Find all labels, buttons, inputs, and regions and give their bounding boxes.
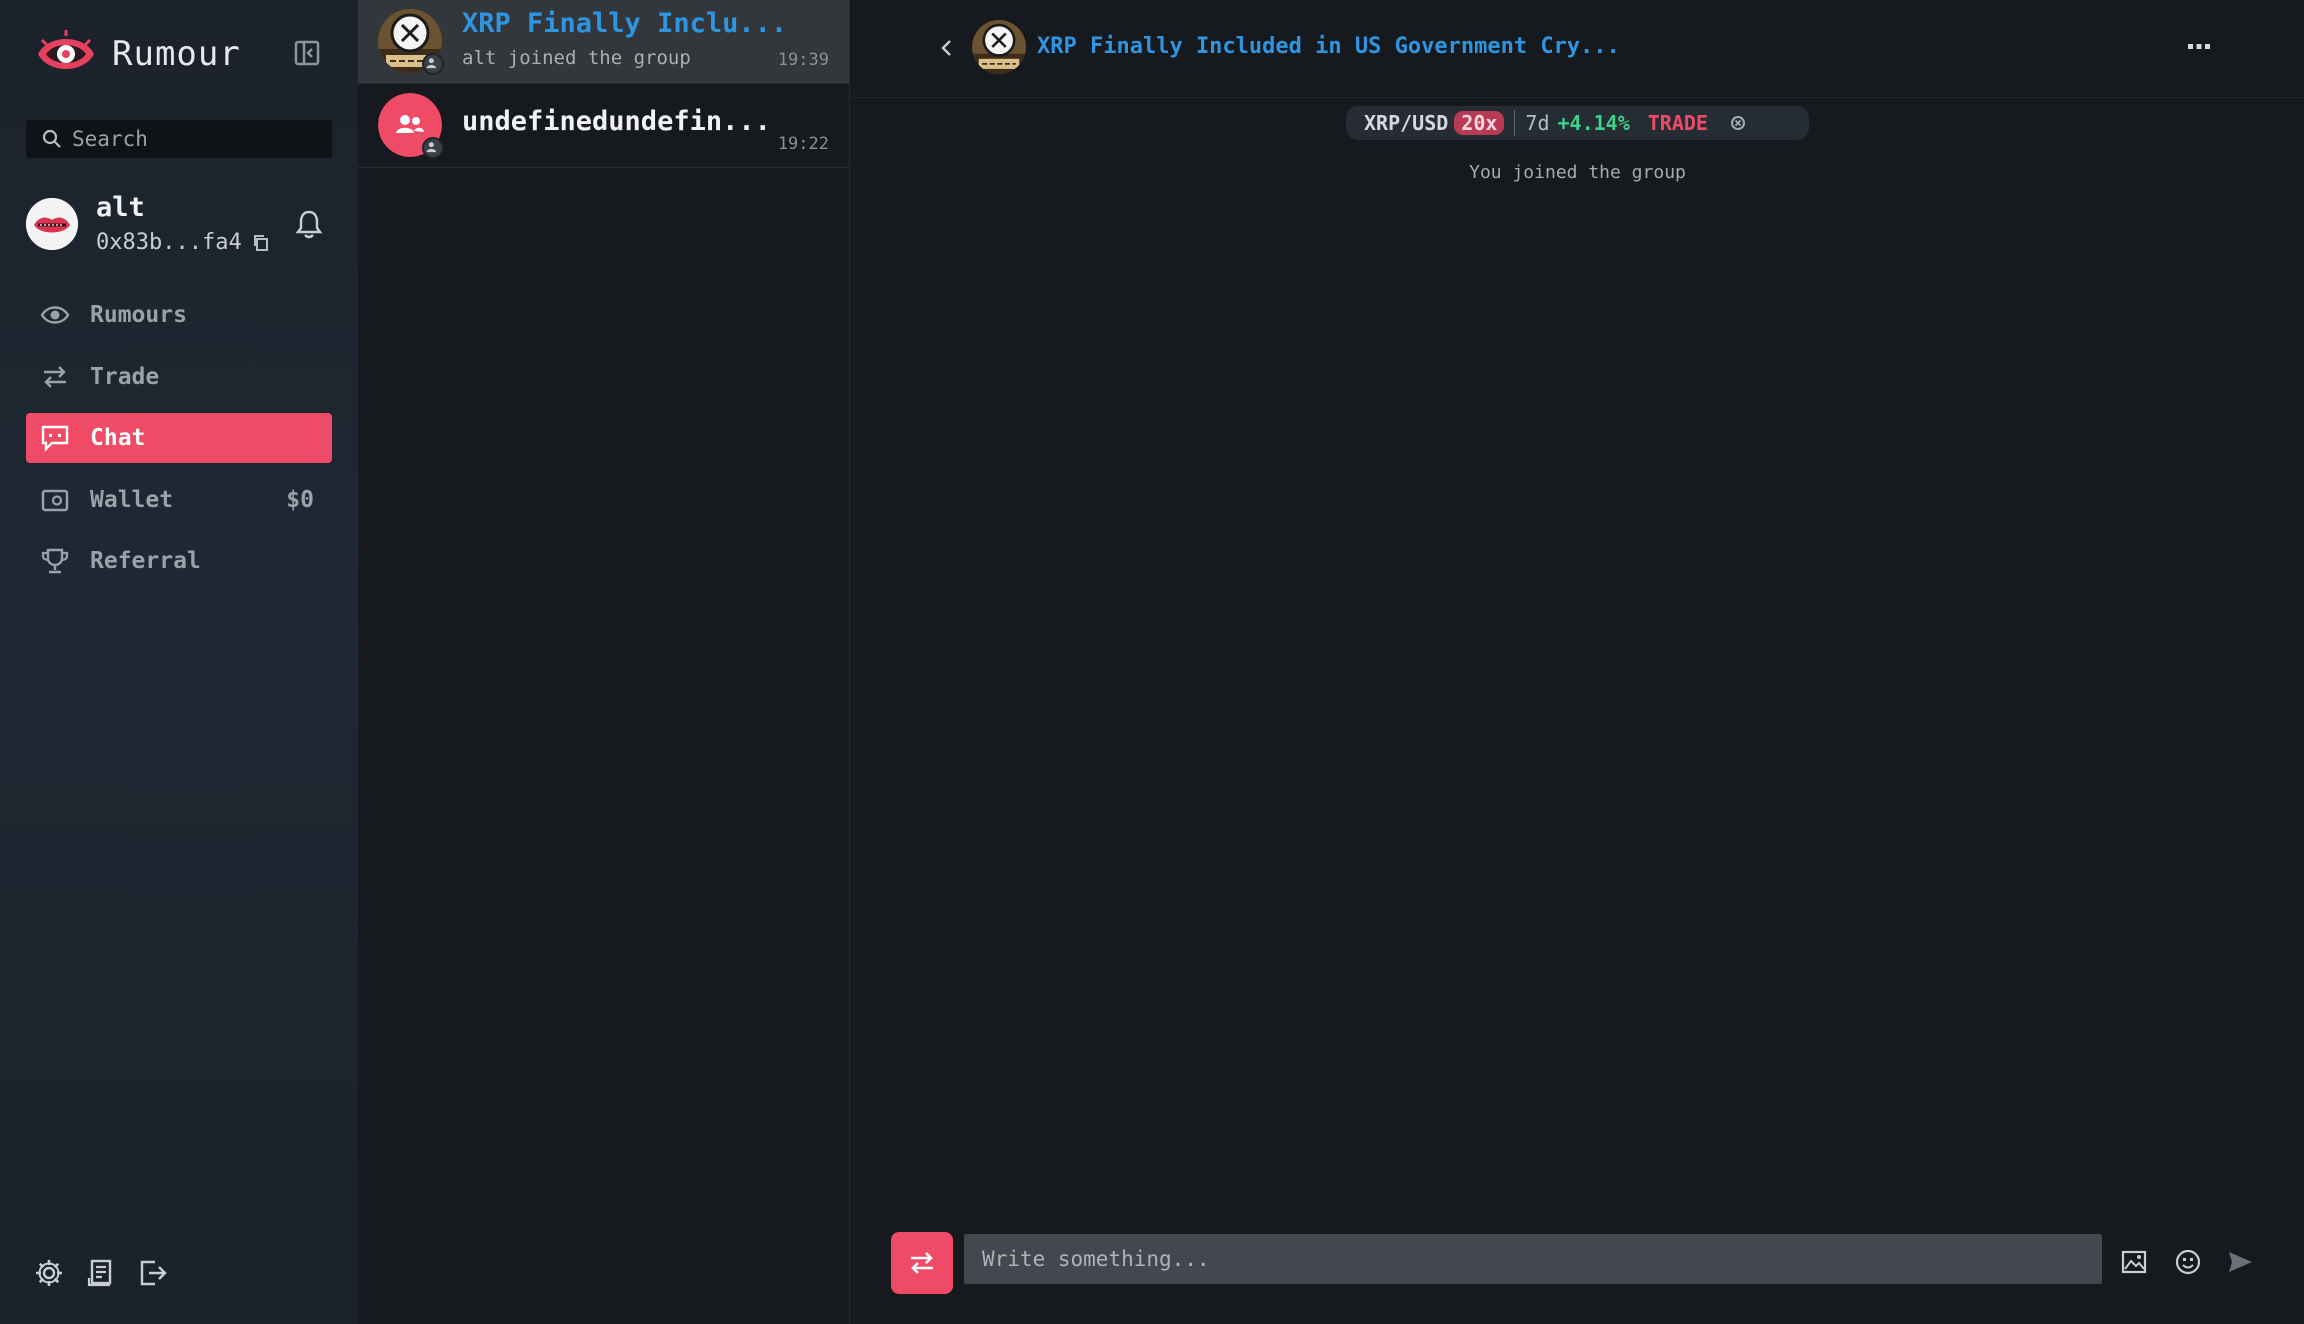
sidebar: Rumour Search alt 0x83b...fa4 Rumours Tr… [0, 0, 358, 1324]
ticker-change: +4.14% [1557, 111, 1630, 135]
wallet-address: 0x83b...fa4 [96, 230, 270, 255]
collapse-sidebar-icon[interactable] [292, 38, 322, 68]
settings-gear-icon[interactable] [34, 1258, 64, 1288]
user-badge-icon [422, 53, 444, 75]
close-circle-icon[interactable] [1730, 115, 1746, 131]
copy-icon[interactable] [252, 234, 270, 252]
brand-name: Rumour [112, 34, 241, 74]
chat-title[interactable]: XRP Finally Included in US Government Cr… [1037, 34, 1620, 59]
conversation-title: undefinedundefin... [462, 106, 771, 137]
search-placeholder: Search [72, 127, 148, 151]
trophy-icon [41, 548, 69, 574]
wallet-balance: $0 [286, 486, 314, 513]
message-composer: Write something... [891, 1232, 2271, 1294]
logout-icon[interactable] [138, 1258, 168, 1288]
conversation-title: XRP Finally Inclu... [462, 8, 788, 39]
chat-header: XRP Finally Included in US Government Cr… [851, 0, 2304, 98]
ticker-divider [1514, 110, 1516, 136]
sidebar-footer [34, 1258, 168, 1288]
system-message: You joined the group [1469, 162, 1686, 183]
avatar[interactable] [26, 198, 78, 250]
user-badge-icon [422, 137, 444, 159]
nav-label: Wallet [90, 486, 174, 513]
conversation-last-message: alt joined the group [462, 47, 691, 69]
conversation-item[interactable]: XRP Finally Inclu... alt joined the grou… [358, 0, 849, 84]
ticker-period: 7d [1525, 111, 1550, 135]
ticker-bar: XRP/USD 20x 7d +4.14% TRADE [1346, 106, 1809, 140]
nav-label: Rumours [90, 302, 187, 328]
wallet-address-text: 0x83b...fa4 [96, 230, 242, 255]
nav-item-rumours[interactable]: Rumours [26, 290, 332, 340]
document-icon[interactable] [86, 1258, 116, 1288]
chat-icon [41, 425, 69, 452]
rumour-logo-icon [38, 30, 94, 69]
image-upload-icon[interactable] [2120, 1248, 2148, 1276]
eye-icon [40, 306, 70, 324]
search-input[interactable]: Search [26, 120, 332, 158]
search-icon [42, 129, 61, 148]
brand[interactable]: Rumour [34, 26, 241, 82]
nav-item-chat[interactable]: Chat [26, 413, 332, 463]
nav-label: Trade [90, 363, 160, 390]
bell-icon[interactable] [294, 208, 324, 240]
xrp-etf-icon [972, 20, 1026, 74]
chat-panel: XRP Finally Included in US Government Cr… [851, 0, 2304, 1324]
user-profile: alt 0x83b...fa4 [26, 192, 332, 264]
conversation-item[interactable]: undefinedundefin... 19:22 [358, 84, 849, 168]
conversation-time: 19:39 [777, 50, 829, 70]
quick-trade-button[interactable] [891, 1232, 953, 1294]
profile-name: alt [96, 192, 145, 223]
leverage-badge: 20x [1454, 111, 1505, 135]
lips-avatar-icon [26, 198, 78, 250]
nav-item-referral[interactable]: Referral [26, 536, 332, 586]
conversation-list: XRP Finally Inclu... alt joined the grou… [358, 0, 850, 1324]
nav-label: Chat [90, 425, 146, 451]
chat-avatar[interactable] [972, 20, 1026, 74]
swap-icon [44, 365, 66, 388]
message-input[interactable]: Write something... [964, 1234, 2102, 1284]
emoji-icon[interactable] [2174, 1248, 2202, 1276]
swap-icon [911, 1252, 933, 1274]
ticker-pair: XRP/USD [1364, 111, 1449, 135]
wallet-icon [41, 489, 69, 511]
trade-link[interactable]: TRADE [1648, 111, 1708, 135]
send-icon[interactable] [2226, 1248, 2254, 1276]
nav-item-wallet[interactable]: Wallet $0 [26, 475, 332, 525]
conversation-time: 19:22 [777, 134, 829, 154]
more-options-icon[interactable] [2184, 36, 2214, 58]
nav-label: Referral [90, 548, 201, 574]
chevron-left-icon[interactable] [935, 36, 959, 60]
main-nav: Rumours Trade Chat Wallet $0 Referral [26, 290, 332, 598]
nav-item-trade[interactable]: Trade [26, 352, 332, 402]
